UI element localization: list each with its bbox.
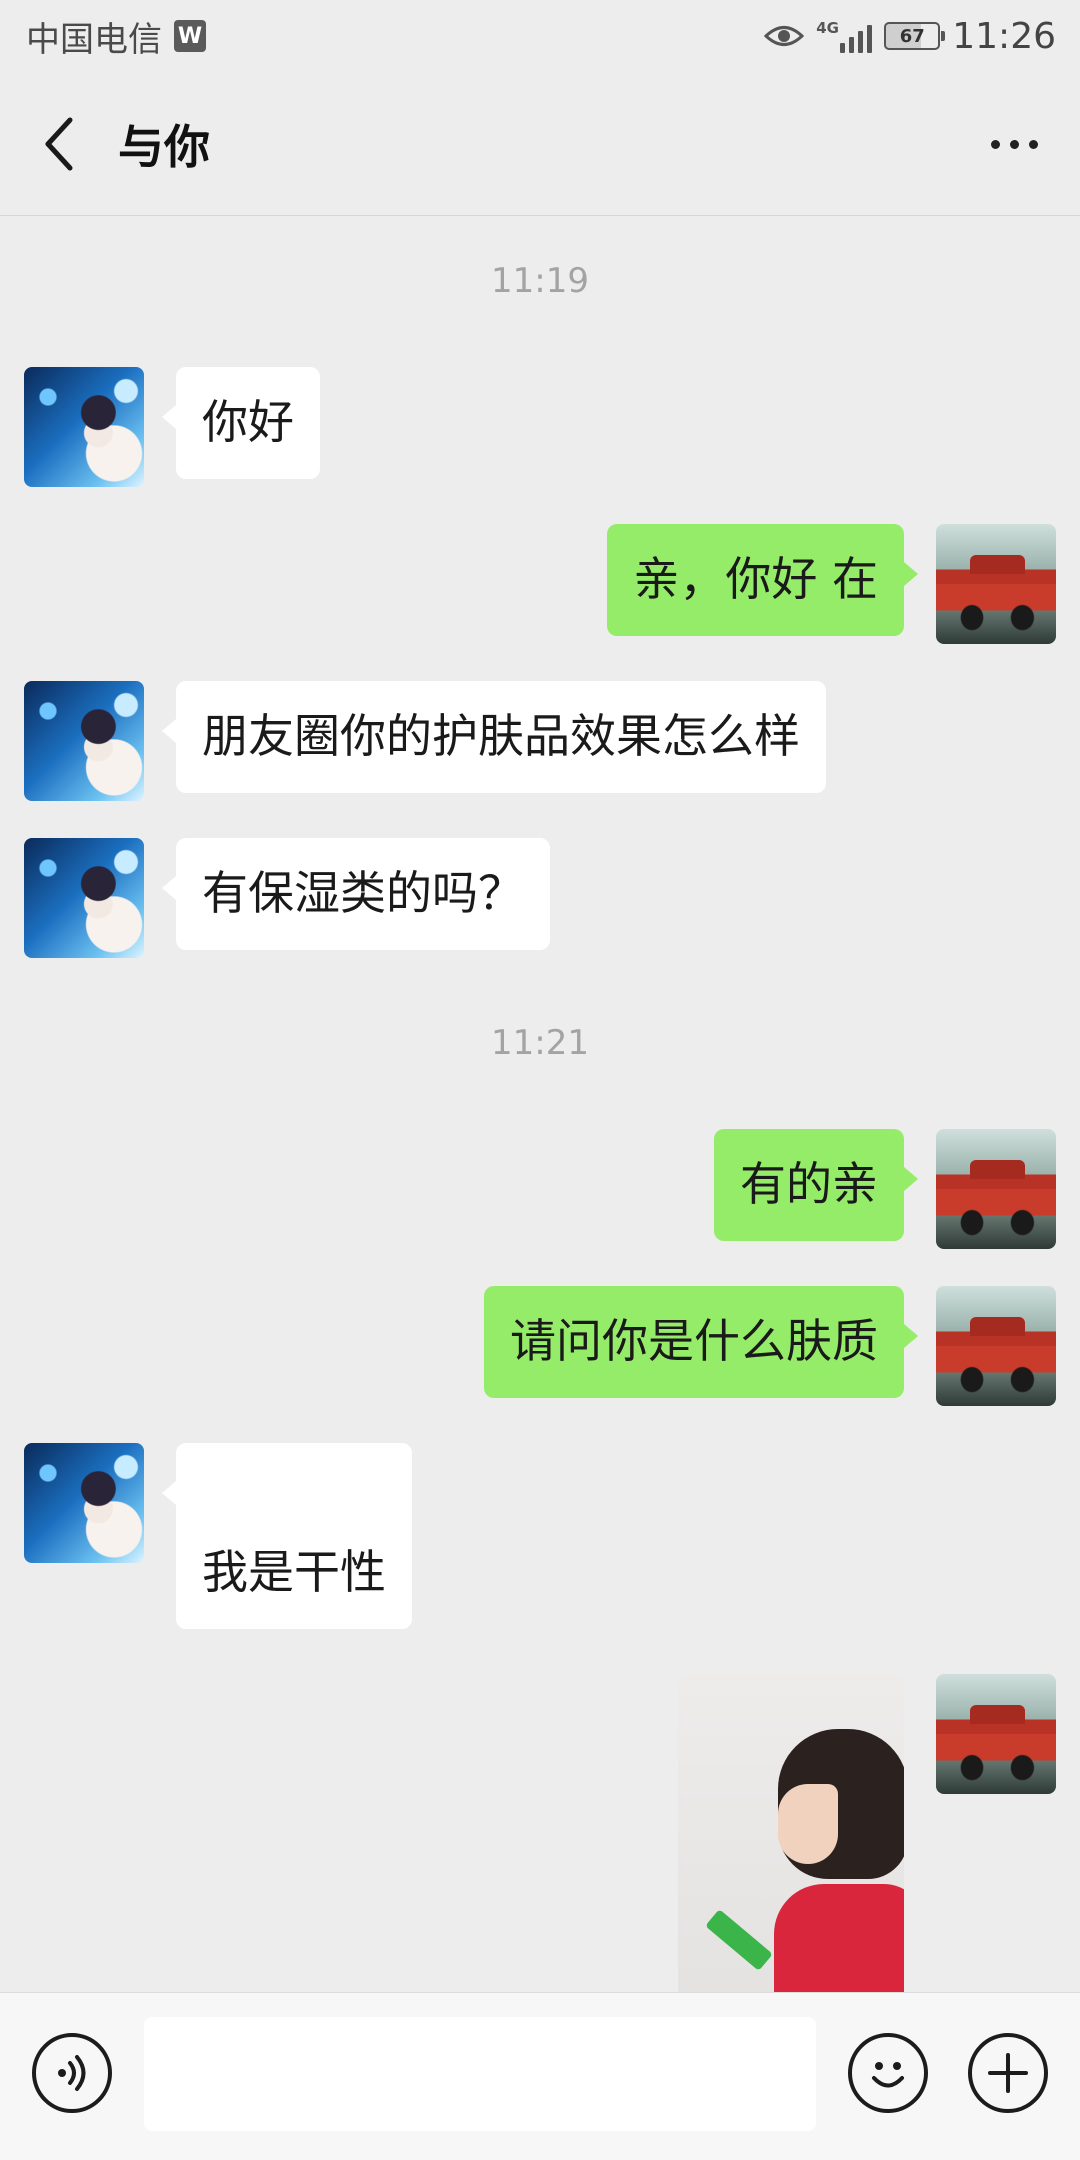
status-time: 11:26 (952, 15, 1056, 57)
back-button[interactable] (0, 72, 120, 216)
contact-avatar[interactable] (24, 681, 144, 801)
message-timestamp: 11:21 (491, 1023, 589, 1063)
incoming-message[interactable]: 朋友圈你的护肤品效果怎么样 (162, 681, 826, 793)
emoji-icon (872, 2062, 904, 2088)
network-type: 4G (816, 19, 839, 37)
voice-button[interactable] (32, 2033, 112, 2113)
status-bar: 中国电信 W 4G 67 11:26 (0, 0, 1080, 72)
more-dots-icon (990, 139, 1000, 149)
my-avatar[interactable] (936, 1286, 1056, 1406)
chevron-left-icon (45, 117, 73, 170)
my-avatar[interactable] (936, 524, 1056, 644)
outgoing-message[interactable]: 有的亲 (714, 1129, 918, 1241)
plus-icon (988, 2053, 1028, 2093)
contact-avatar[interactable] (24, 367, 144, 487)
eye-icon (764, 26, 805, 46)
incoming-message[interactable]: 我是干性 (162, 1443, 412, 1629)
contact-avatar[interactable] (24, 838, 144, 958)
battery-icon: 67 (884, 22, 946, 50)
outgoing-message[interactable]: 亲，你好 在 (607, 524, 918, 636)
my-avatar[interactable] (936, 1129, 1056, 1249)
input-bar (0, 1992, 1080, 2160)
my-avatar[interactable] (936, 1674, 1056, 1794)
signal-icon: 4G (816, 19, 873, 53)
voice-icon (58, 2055, 86, 2091)
outgoing-message[interactable]: 请问你是什么肤质 (484, 1286, 918, 1398)
message-list[interactable]: 11:19 你好 亲，你好 在 朋友圈你的护肤品效果怎么样 有保湿类的吗？ 11… (0, 217, 1080, 1992)
contact-avatar[interactable] (24, 1443, 144, 1563)
incoming-message[interactable]: 有保湿类的吗？ (162, 838, 550, 950)
image-message[interactable] (678, 1674, 904, 1992)
chat-header: 与你 (0, 72, 1080, 216)
message-timestamp: 11:19 (491, 261, 589, 301)
message-input[interactable] (144, 2017, 816, 2131)
chat-title: 与你 (118, 119, 210, 174)
incoming-message[interactable]: 你好 (162, 367, 320, 479)
status-left: 中国电信 W (26, 12, 206, 61)
status-right: 4G 67 11:26 (764, 16, 1056, 57)
emoji-button[interactable] (848, 2033, 928, 2113)
plus-button[interactable] (968, 2033, 1048, 2113)
carrier-name: 中国电信 (26, 19, 162, 60)
app-notification-icon: W (174, 20, 206, 52)
more-button[interactable] (974, 112, 1054, 176)
